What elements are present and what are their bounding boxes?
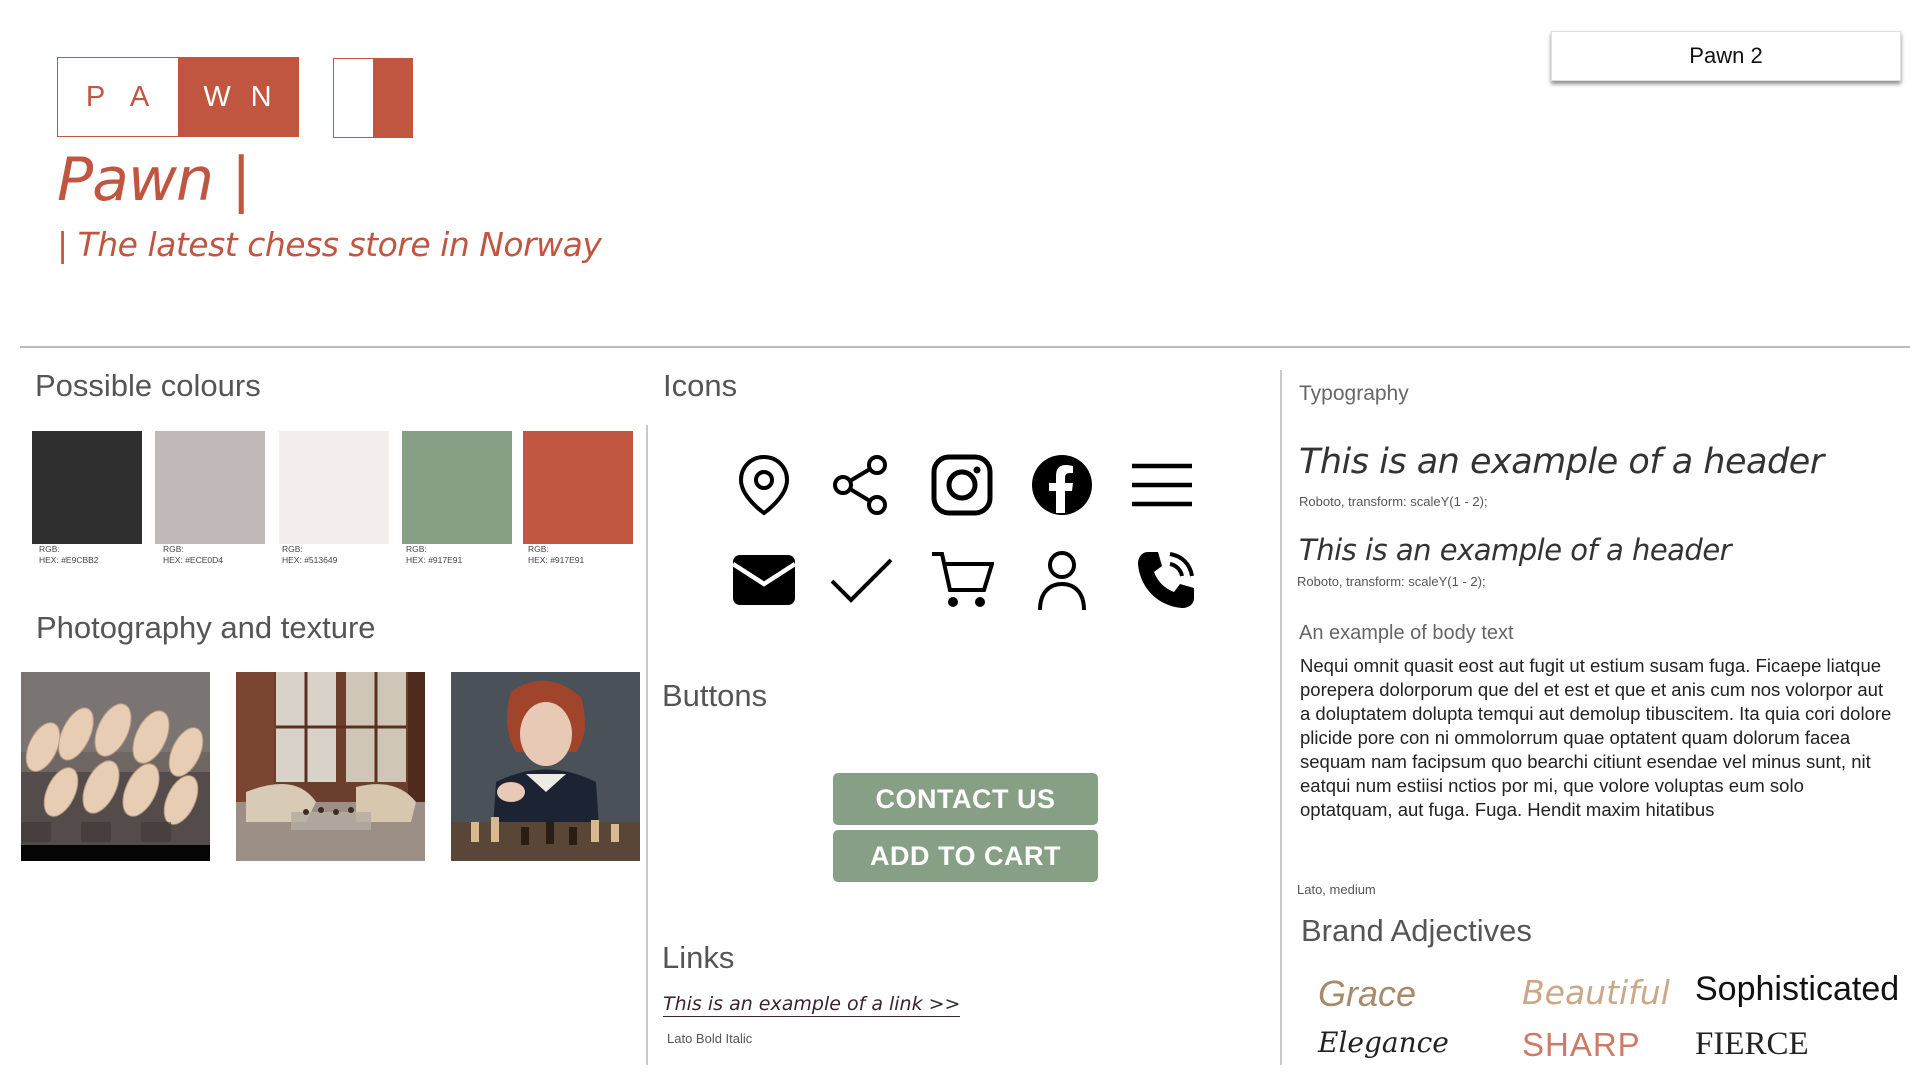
swatch-color xyxy=(279,431,389,544)
photography-title: Photography and texture xyxy=(36,610,376,645)
header-example-1-note: Roboto, transform: scaleY(1 - 2); xyxy=(1299,494,1488,509)
share-icon xyxy=(829,453,893,517)
link-font-note: Lato Bold Italic xyxy=(667,1031,753,1046)
cart-icon[interactable] xyxy=(930,548,994,612)
facebook-icon xyxy=(1030,453,1094,517)
adjective-grace: Grace xyxy=(1318,973,1417,1014)
logo-letter: N xyxy=(250,80,273,113)
icons-title: Icons xyxy=(663,368,738,403)
swatch-color xyxy=(402,431,512,544)
mail-icon xyxy=(732,548,796,612)
swatch-rgb: RGB: xyxy=(163,544,184,554)
divider-vertical-left xyxy=(646,425,648,1065)
pawn2-button[interactable]: Pawn 2 xyxy=(1551,31,1901,81)
adjective-elegance: Elegance xyxy=(1318,1026,1449,1059)
phone-icon xyxy=(1134,548,1198,612)
header-example-2: This is an example of a header xyxy=(1299,533,1732,567)
swatch-rgb: RGB: xyxy=(282,544,303,554)
adjective-sharp: SHARP xyxy=(1522,1026,1641,1063)
body-font-note: Lato, medium xyxy=(1297,882,1376,897)
swatch-rgb: RGB: xyxy=(39,544,60,554)
adjective-sophisticated: Sophisticated xyxy=(1695,970,1900,1008)
contact-us-button[interactable]: CONTACT US xyxy=(833,773,1098,825)
logo-letter: A xyxy=(129,80,151,113)
adjective-beautiful: Beautiful xyxy=(1522,973,1670,1012)
logo-mark xyxy=(333,58,413,138)
swatch-2: RGB: HEX: #ECE0D4 xyxy=(155,431,273,566)
logo-letter: W xyxy=(203,80,232,113)
links-title: Links xyxy=(662,940,735,975)
logo: P A W N xyxy=(57,57,299,137)
photo-queens-gambit xyxy=(451,672,640,861)
logo-left: P A xyxy=(58,58,178,136)
header-example-1: This is an example of a header xyxy=(1299,442,1824,482)
body-text-sample: Nequi omnit quasit eost aut fugit ut est… xyxy=(1300,655,1892,820)
swatch-color xyxy=(155,431,265,544)
colours-title: Possible colours xyxy=(35,368,261,403)
user-icon xyxy=(1030,548,1094,612)
checkmark-icon xyxy=(829,548,893,612)
photo-chess-abstract xyxy=(21,672,210,861)
swatch-hex: HEX: #917E91 xyxy=(406,555,463,565)
brand-tagline: | The latest chess store in Norway xyxy=(57,225,602,264)
swatch-rgb: RGB: xyxy=(528,544,549,554)
swatch-color xyxy=(523,431,633,544)
swatch-5: RGB: HEX: #917E91 xyxy=(523,431,638,566)
brand-title: Pawn | xyxy=(57,145,251,215)
swatch-hex: HEX: #ECE0D4 xyxy=(163,555,223,565)
adjective-fierce: FIERCE xyxy=(1695,1026,1809,1062)
swatch-4: RGB: HEX: #917E91 xyxy=(402,431,516,566)
swatch-hex: HEX: #917E91 xyxy=(528,555,585,565)
divider-horizontal xyxy=(20,346,1910,348)
example-link[interactable]: This is an example of a link >> xyxy=(663,993,961,1017)
instagram-icon xyxy=(930,453,994,517)
divider-vertical-right xyxy=(1280,370,1282,1065)
buttons-title: Buttons xyxy=(662,678,768,713)
logo-letter: P xyxy=(85,80,107,113)
add-to-cart-button[interactable]: ADD TO CART xyxy=(833,830,1098,882)
header-example-2-note: Roboto, transform: scaleY(1 - 2); xyxy=(1297,574,1486,589)
location-pin-icon xyxy=(732,453,796,517)
swatch-1: RGB: HEX: #E9CBB2 xyxy=(32,431,149,566)
swatch-hex: HEX: #513649 xyxy=(282,555,338,565)
adjectives-title: Brand Adjectives xyxy=(1301,913,1532,948)
swatch-rgb: RGB: xyxy=(406,544,427,554)
menu-icon[interactable] xyxy=(1130,453,1194,517)
photo-interior xyxy=(236,672,425,861)
swatch-color xyxy=(32,431,142,544)
body-text-title: An example of body text xyxy=(1299,622,1514,644)
swatch-3: RGB: HEX: #513649 xyxy=(279,431,392,566)
typography-title: Typography xyxy=(1299,382,1409,405)
swatch-hex: HEX: #E9CBB2 xyxy=(39,555,99,565)
logo-right: W N xyxy=(178,58,298,136)
